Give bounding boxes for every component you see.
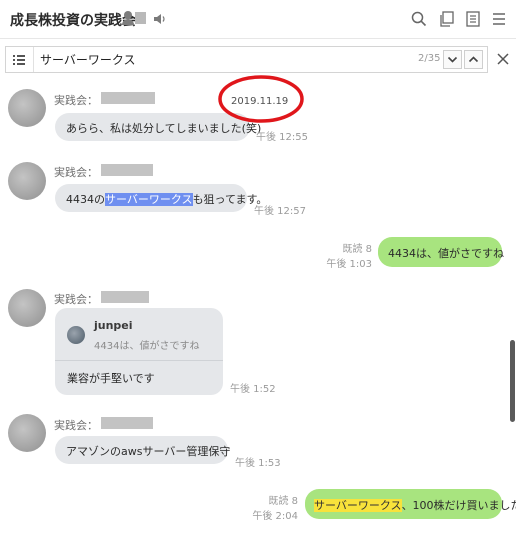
current-match-highlight: サーバーワークス xyxy=(314,499,402,512)
message-bubble[interactable]: 4434は、値がさですね xyxy=(378,237,504,267)
menu-icon[interactable] xyxy=(490,10,508,28)
annotation-circle xyxy=(218,75,304,123)
message-bubble[interactable]: 4434のサーバーワークスも狙ってます。 xyxy=(55,184,267,212)
next-result-button[interactable] xyxy=(443,50,462,69)
message-text: アマゾンのawsサーバー管理保守 xyxy=(66,445,231,458)
close-icon[interactable] xyxy=(496,52,510,66)
avatar[interactable] xyxy=(8,89,46,127)
message-text: 業容が手堅いです xyxy=(67,372,155,385)
title-bar: 成長株投資の実践会 xyxy=(0,0,516,39)
prev-result-button[interactable] xyxy=(464,50,483,69)
message-text: 4434は、値がさですね xyxy=(388,247,504,260)
avatar[interactable] xyxy=(8,289,46,327)
message-time: 午後 1:53 xyxy=(235,458,281,469)
message-bubble[interactable]: サーバーワークス、100株だけ買いました xyxy=(305,489,516,519)
message-time: 午後 12:55 xyxy=(256,132,308,143)
copy-icon[interactable] xyxy=(438,10,456,28)
search-result-count: 2/35 xyxy=(418,53,441,64)
sender-name: 実践会： xyxy=(54,166,98,179)
sender-name-redacted xyxy=(101,164,153,176)
chevron-down-icon xyxy=(447,56,458,63)
sender-name-redacted xyxy=(101,291,149,303)
message-time: 午後 1:03 xyxy=(326,259,372,270)
member-count-redacted xyxy=(135,12,146,24)
reply-message-bubble[interactable]: junpei 4434は、値がさですね 業容が手堅いです xyxy=(55,308,223,395)
scrollbar-thumb[interactable] xyxy=(510,340,515,422)
message-time: 午後 12:57 xyxy=(254,206,306,217)
chat-title: 成長株投資の実践会 xyxy=(10,13,136,29)
avatar[interactable] xyxy=(8,162,46,200)
search-bar: 2/35 xyxy=(5,46,488,73)
notes-icon[interactable] xyxy=(464,10,482,28)
chat-window: 成長株投資の実践会 サーバーワークス 2/35 実践会： あらら、私は処分してし… xyxy=(0,0,516,542)
search-match-highlight: サーバーワークス xyxy=(105,193,193,206)
search-input[interactable] xyxy=(40,50,370,69)
quoted-avatar xyxy=(67,326,85,344)
avatar[interactable] xyxy=(8,414,46,452)
read-receipt: 既読 8 xyxy=(342,244,372,255)
sender-name: 実践会： xyxy=(54,293,98,306)
quoted-text: 4434は、値がさですね xyxy=(94,341,200,352)
message-time: 午後 1:52 xyxy=(230,384,276,395)
sender-name-redacted xyxy=(101,417,153,429)
sender-name-redacted xyxy=(101,92,155,104)
search-icon[interactable] xyxy=(410,10,428,28)
sender-name: 実践会： xyxy=(54,94,98,107)
chevron-up-icon xyxy=(468,56,479,63)
message-time: 午後 2:04 xyxy=(252,511,298,522)
list-icon[interactable] xyxy=(12,53,26,67)
quoted-sender: junpei xyxy=(94,319,133,332)
member-icon[interactable] xyxy=(122,11,148,25)
sender-name: 実践会： xyxy=(54,419,98,432)
read-receipt: 既読 8 xyxy=(268,496,298,507)
message-bubble[interactable]: アマゾンのawsサーバー管理保守 xyxy=(55,436,231,464)
speaker-icon[interactable] xyxy=(153,12,167,26)
